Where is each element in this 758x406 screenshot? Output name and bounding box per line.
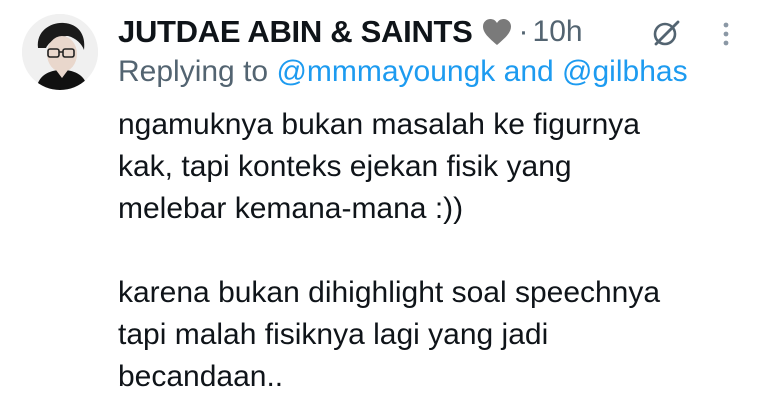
more-options-icon[interactable] <box>716 16 736 52</box>
tweet-line: tapi malah fisiknya lagi yang jadi <box>118 318 549 351</box>
grey-heart-icon <box>481 17 513 47</box>
tweet-line: karena bukan dihighlight soal speechnya <box>118 276 661 309</box>
tweet-line: melebar kemana-mana :)) <box>118 192 464 225</box>
separator-dot: · <box>518 15 529 48</box>
tweet-line: kak, tapi konteks ejekan fisik yang <box>118 150 572 183</box>
tweet-line: becandaan.. <box>118 360 284 393</box>
mention-link[interactable]: @mmmayoungk <box>276 55 495 88</box>
mention-link[interactable]: @gilbhas <box>562 55 688 88</box>
tweet-paragraph: ngamuknya bukan masalah ke figurnya kak,… <box>118 104 738 230</box>
avatar[interactable] <box>22 14 98 90</box>
display-name[interactable]: JUTDAE ABIN & SAINTS <box>118 14 473 50</box>
replying-to: Replying to @mmmayoungk and @gilbhas <box>118 55 688 89</box>
avatar-image <box>22 14 98 90</box>
tweet-container[interactable]: JUTDAE ABIN & SAINTS · 10h Replying to @… <box>0 0 758 406</box>
tweet-line: ngamuknya bukan masalah ke figurnya <box>118 108 640 141</box>
tweet-header: JUTDAE ABIN & SAINTS · 10h <box>118 10 738 54</box>
grok-icon[interactable] <box>650 17 682 49</box>
timestamp[interactable]: 10h <box>533 15 583 49</box>
tweet-paragraph: karena bukan dihighlight soal speechnya … <box>118 272 738 398</box>
tweet-text: ngamuknya bukan masalah ke figurnya kak,… <box>118 104 738 398</box>
mention-connector[interactable]: and <box>504 55 554 88</box>
replying-to-label: Replying to <box>118 55 269 88</box>
